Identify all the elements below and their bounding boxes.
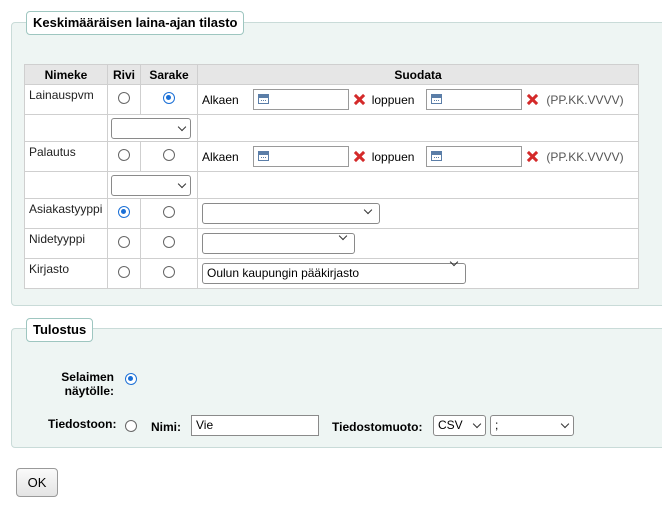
row-radio[interactable] — [118, 206, 130, 219]
to-date-input[interactable] — [426, 89, 523, 110]
table-row: Kirjasto Oulun kaupungin pääkirjasto — [24, 258, 639, 289]
file-format-label: Tiedostomuoto: — [332, 420, 423, 434]
date-format-hint: (PP.KK.VVVV) — [546, 92, 624, 107]
file-format-value: CSV — [438, 418, 463, 432]
table-row: Asiakastyyppi — [24, 198, 639, 229]
from-date-input[interactable] — [252, 146, 349, 167]
chevron-down-icon — [560, 419, 570, 429]
header-column: Sarake — [140, 64, 198, 85]
column-radio[interactable] — [163, 236, 175, 249]
calendar-icon[interactable] — [431, 94, 443, 104]
header-row: Rivi — [107, 64, 141, 85]
item-type-select[interactable] — [202, 233, 355, 254]
clear-icon[interactable] — [527, 94, 538, 105]
row-name: Kirjasto — [24, 258, 108, 289]
output-legend: Tulostus — [26, 318, 94, 342]
clear-icon[interactable] — [527, 151, 538, 162]
table-row — [24, 171, 639, 199]
from-date-input[interactable] — [252, 89, 349, 110]
browser-output-radio[interactable] — [125, 373, 137, 385]
period-select[interactable] — [111, 174, 191, 196]
header-filter: Suodata — [197, 64, 639, 85]
clear-icon[interactable] — [354, 151, 365, 162]
to-label: loppuen — [371, 149, 415, 164]
chevron-down-icon — [472, 419, 482, 429]
row-radio[interactable] — [118, 236, 130, 249]
stats-legend: Keskimääräisen laina-ajan tilasto — [26, 11, 245, 35]
file-output-label: Tiedostoon: — [48, 417, 117, 431]
delimiter-select[interactable]: ; — [490, 415, 574, 436]
from-label: Alkaen — [202, 92, 239, 107]
table-row — [24, 114, 639, 142]
chevron-down-icon — [177, 122, 187, 131]
table-row: Lainauspvm Alkaen loppuen (PP.KK.VVVV) — [24, 84, 639, 115]
calendar-icon[interactable] — [257, 94, 269, 104]
row-name: Palautus — [24, 141, 108, 172]
file-format-select[interactable]: CSV — [433, 415, 486, 436]
table-header-row: Nimeke Rivi Sarake Suodata — [24, 64, 639, 85]
chevron-down-icon — [177, 179, 187, 188]
column-radio[interactable] — [163, 149, 175, 162]
library-select[interactable]: Oulun kaupungin pääkirjasto — [202, 263, 466, 284]
ok-button[interactable]: OK — [16, 468, 58, 497]
stats-table: Nimeke Rivi Sarake Suodata Lainauspvm Al… — [24, 64, 639, 289]
row-radio[interactable] — [118, 149, 130, 162]
row-radio[interactable] — [118, 266, 130, 279]
file-output-radio[interactable] — [125, 420, 137, 432]
table-row: Nidetyyppi — [24, 228, 639, 259]
column-radio[interactable] — [163, 266, 175, 279]
library-select-value: Oulun kaupungin pääkirjasto — [207, 266, 360, 280]
row-name: Asiakastyyppi — [24, 198, 108, 229]
calendar-icon[interactable] — [431, 151, 443, 161]
browser-output-label: Selaimen näytölle: — [61, 370, 114, 398]
to-label: loppuen — [371, 92, 415, 107]
date-format-hint: (PP.KK.VVVV) — [546, 149, 624, 164]
table-row: Palautus Alkaen loppuen (PP.KK.VVVV) — [24, 141, 639, 172]
period-select[interactable] — [111, 117, 191, 139]
column-radio[interactable] — [163, 206, 175, 219]
clear-icon[interactable] — [354, 94, 365, 105]
to-date-input[interactable] — [426, 146, 523, 167]
file-name-label: Nimi: — [151, 420, 181, 434]
header-name: Nimeke — [24, 64, 108, 85]
delimiter-value: ; — [495, 418, 499, 432]
calendar-icon[interactable] — [257, 151, 269, 161]
column-radio[interactable] — [163, 92, 175, 105]
patron-type-select[interactable] — [202, 203, 380, 224]
from-label: Alkaen — [202, 149, 239, 164]
row-name: Lainauspvm — [24, 84, 108, 115]
row-radio[interactable] — [118, 92, 130, 105]
file-name-input[interactable]: Vie — [191, 415, 319, 436]
row-name: Nidetyyppi — [24, 228, 108, 259]
